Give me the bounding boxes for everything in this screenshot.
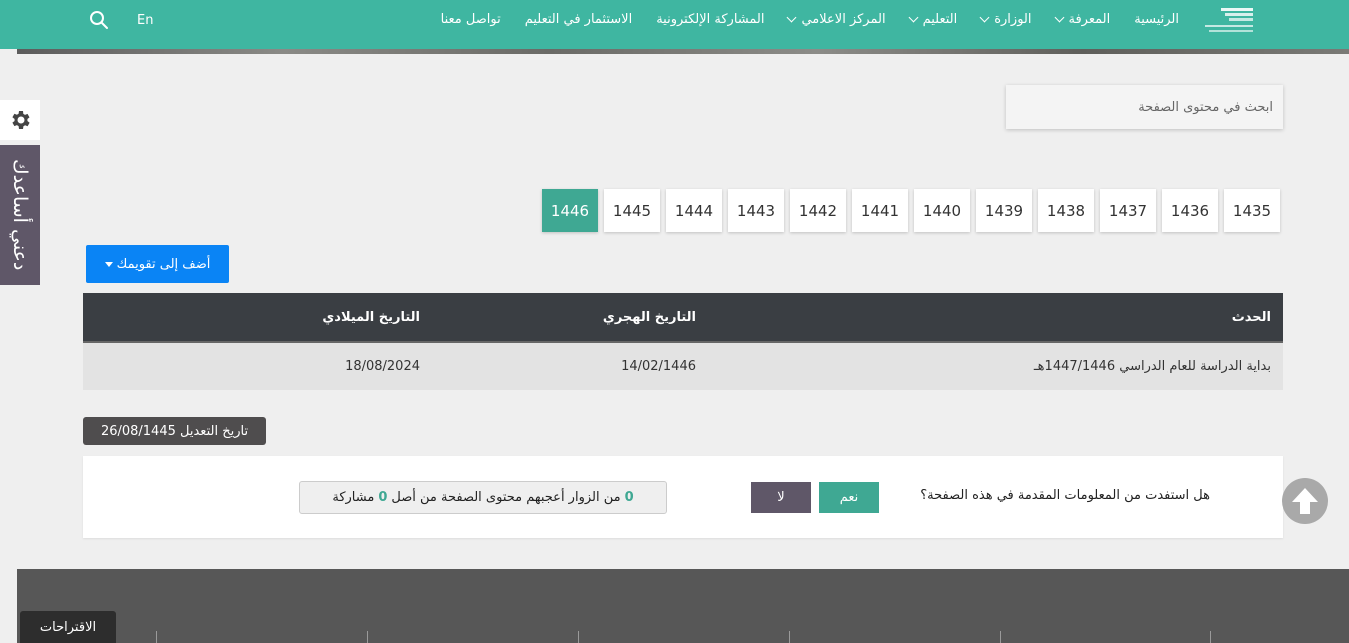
footer-divider bbox=[1210, 631, 1211, 643]
nav-item-label: تواصل معنا bbox=[440, 12, 501, 27]
nav-item-label: المركز الاعلامي bbox=[801, 12, 886, 27]
nav-item-2[interactable]: الوزارة bbox=[979, 12, 1032, 27]
add-to-calendar-button[interactable]: أضف إلى تقويمك bbox=[86, 245, 229, 283]
suggestions-tab[interactable]: الاقتراحات bbox=[20, 611, 116, 643]
year-tab-1444[interactable]: 1444 bbox=[666, 189, 722, 232]
feedback-question: هل استفدت من المعلومات المقدمة في هذه ال… bbox=[920, 488, 1210, 503]
cell-event: بداية الدراسة للعام الدراسي 1447/1446هـ bbox=[1033, 359, 1271, 374]
site-header: الرئيسية المعرفة الوزارة التعليم المركز الاع… bbox=[0, 0, 1349, 49]
nav-item-label: المعرفة bbox=[1068, 12, 1111, 27]
scroll-to-top-button[interactable] bbox=[1282, 478, 1328, 524]
chevron-down-icon bbox=[979, 12, 990, 23]
caret-down-icon bbox=[104, 261, 113, 267]
help-me-tab[interactable]: دعني أساعدك bbox=[0, 145, 40, 285]
cell-hijri: 14/02/1446 bbox=[621, 359, 696, 374]
header-hijri: التاريخ الهجري bbox=[602, 309, 696, 325]
footer-divider bbox=[156, 631, 157, 643]
year-tab-1440[interactable]: 1440 bbox=[914, 189, 970, 232]
year-tab-1442[interactable]: 1442 bbox=[790, 189, 846, 232]
nav-item-5[interactable]: المشاركة الإلكترونية bbox=[656, 12, 764, 27]
year-tab-1435[interactable]: 1435 bbox=[1224, 189, 1280, 232]
total-count: 0 bbox=[378, 490, 388, 505]
chevron-down-icon bbox=[1054, 12, 1064, 23]
year-tab-1445[interactable]: 1445 bbox=[604, 189, 660, 232]
stats-end-text: مشاركة bbox=[332, 490, 375, 505]
accessibility-settings-button[interactable] bbox=[0, 100, 40, 140]
footer-divider bbox=[789, 631, 790, 643]
nav-item-7[interactable]: تواصل معنا bbox=[441, 12, 501, 27]
footer-divider bbox=[1000, 631, 1001, 643]
help-me-label: دعني أساعدك bbox=[9, 159, 31, 271]
modified-date-value: 26/08/1445 bbox=[100, 423, 176, 439]
nav-item-label: الاستثمار في التعليم bbox=[524, 12, 633, 27]
language-toggle[interactable]: En bbox=[137, 13, 153, 28]
year-tab-1436[interactable]: 1436 bbox=[1162, 189, 1218, 232]
nav-item-4[interactable]: المركز الاعلامي bbox=[787, 12, 886, 27]
year-tab-1438[interactable]: 1438 bbox=[1038, 189, 1094, 232]
chevron-down-icon bbox=[787, 12, 797, 23]
nav-item-label: الوزارة bbox=[994, 12, 1032, 27]
table-row: بداية الدراسة للعام الدراسي 1447/1446هـ … bbox=[83, 343, 1283, 390]
header-event: الحدث bbox=[1231, 309, 1271, 325]
liked-count: 0 bbox=[624, 490, 634, 505]
feedback-no-button[interactable]: لا bbox=[751, 482, 811, 513]
nav-item-1[interactable]: المعرفة bbox=[1054, 12, 1111, 27]
year-tab-1437[interactable]: 1437 bbox=[1100, 189, 1156, 232]
site-footer bbox=[17, 569, 1349, 643]
modified-date-label: تاريخ التعديل bbox=[180, 423, 249, 439]
year-tab-1439[interactable]: 1439 bbox=[976, 189, 1032, 232]
stats-middle-text: من الزوار أعجبهم محتوى الصفحة من أصل bbox=[391, 490, 621, 505]
year-tabs: 1435 1436 1437 1438 1439 1440 1441 1442 1443 1444… bbox=[542, 189, 1280, 232]
header-banner-strip bbox=[17, 49, 1349, 54]
main-nav: الرئيسية المعرفة الوزارة التعليم المركز الاع… bbox=[441, 12, 1179, 27]
cell-gregorian: 18/08/2024 bbox=[345, 359, 420, 374]
feedback-yes-button[interactable]: نعم bbox=[819, 482, 879, 513]
search-icon[interactable] bbox=[89, 10, 109, 30]
year-tab-1443[interactable]: 1443 bbox=[728, 189, 784, 232]
nav-item-label: الرئيسية bbox=[1134, 12, 1179, 27]
arrow-up-icon bbox=[1292, 488, 1318, 514]
nav-item-0[interactable]: الرئيسية bbox=[1134, 12, 1179, 27]
nav-item-label: المشاركة الإلكترونية bbox=[656, 12, 765, 27]
table-header: الحدث التاريخ الهجري التاريخ الميلادي bbox=[83, 293, 1283, 343]
nav-item-6[interactable]: الاستثمار في التعليم bbox=[525, 12, 632, 27]
nav-item-label: التعليم bbox=[922, 12, 958, 27]
ministry-logo-icon[interactable] bbox=[1201, 6, 1257, 36]
events-table: الحدث التاريخ الهجري التاريخ الميلادي بد… bbox=[83, 293, 1283, 390]
footer-divider bbox=[367, 631, 368, 643]
footer-divider bbox=[578, 631, 579, 643]
header-gregorian: التاريخ الميلادي bbox=[322, 309, 420, 325]
nav-item-3[interactable]: التعليم bbox=[908, 12, 958, 27]
add-to-calendar-label: أضف إلى تقويمك bbox=[116, 256, 211, 272]
year-tab-1446[interactable]: 1446 bbox=[542, 189, 598, 232]
feedback-stats: 0 من الزوار أعجبهم محتوى الصفحة من أصل 0… bbox=[299, 481, 667, 514]
year-tab-1441[interactable]: 1441 bbox=[852, 189, 908, 232]
modified-date-badge: تاريخ التعديل 26/08/1445 bbox=[83, 417, 266, 445]
chevron-down-icon bbox=[908, 12, 919, 23]
page-search-input[interactable] bbox=[1006, 85, 1283, 129]
feedback-panel: هل استفدت من المعلومات المقدمة في هذه ال… bbox=[83, 456, 1283, 538]
gear-icon bbox=[12, 111, 30, 129]
